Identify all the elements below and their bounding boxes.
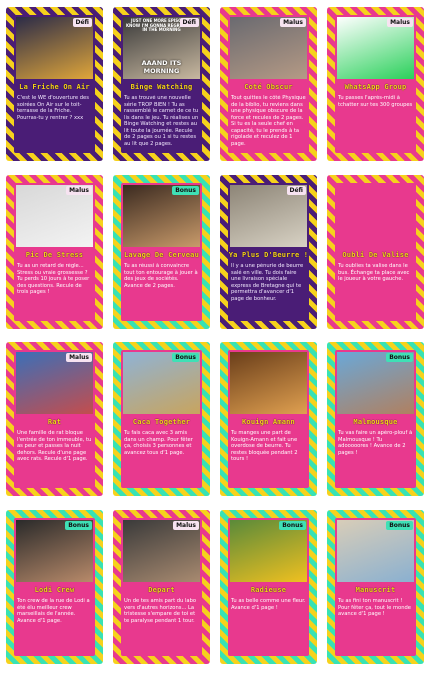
card-title: Radieuse: [250, 586, 287, 594]
card-body: Malus Rat Une famille de rat bloque l'entr…: [14, 350, 95, 488]
card-title: Coté Obscur: [244, 83, 293, 91]
card-description: Tu manges une part de Kouign-Amann et fa…: [231, 430, 298, 462]
card-body: Défi La Friche On Air C'est le WE d'ouvert…: [14, 15, 95, 153]
card-title: Rat: [47, 418, 62, 426]
card-description: C'est le WE d'ouverture des soirées On A…: [17, 95, 89, 121]
card-title: Ya Plus D'Beurre !: [228, 251, 309, 259]
card-body: Malus Coté Obscur Tout quittes le côté Phy…: [228, 15, 309, 153]
card-body: Oubli De Valise Tu oublies ta valise dans…: [335, 183, 416, 321]
card-description: Tu as belle comme une fleur. Avance d'1 …: [231, 598, 306, 611]
card-description: Tu fais caca avec 3 amis dans un champ. …: [124, 430, 193, 456]
card-type-badge: Malus: [387, 18, 413, 27]
card-body: JUST ONE MORE EPISODE, I KNOW I'M GONNA …: [121, 15, 202, 153]
card-type-badge: Défi: [72, 18, 92, 27]
card-type-badge: Malus: [280, 18, 306, 27]
card-body: Bonus Lodi Crew Ton crew de la rue de Lodi…: [14, 518, 95, 656]
card-title: Manuscrit: [355, 586, 396, 594]
game-card[interactable]: Kouign Amann Tu manges une part de Kouign…: [220, 342, 317, 496]
card-description: Tu as trouvé une nouvelle série TROP BIE…: [124, 95, 199, 147]
card-description: Tu oublies ta valise dans le bus. Échang…: [338, 263, 410, 282]
card-photo: [337, 185, 414, 247]
card-body: Bonus Malmousque Tu vas faire un apéro-plo…: [335, 350, 416, 488]
card-description: Un de tes amis part du labo vers d'autre…: [124, 598, 197, 624]
card-description: Tout quittes le côté Physique de la bibl…: [231, 95, 306, 147]
game-card[interactable]: Oubli De Valise Tu oublies ta valise dans…: [327, 175, 424, 329]
card-description: Une famille de rat bloque l'entrée de to…: [17, 430, 92, 462]
card-title: Binge Watching: [130, 83, 193, 91]
card-type-badge: Bonus: [172, 353, 199, 362]
card-description: Tu as fini ton manuscrit ! Pour fêter ça…: [338, 598, 411, 617]
card-title: Lodi Crew: [34, 586, 75, 594]
card-type-badge: Défi: [286, 186, 306, 195]
card-description: Tu as réussi à convaincre tout ton entou…: [124, 263, 198, 289]
game-card[interactable]: Malus WhatsApp Group Tu passes l'après-mid…: [327, 7, 424, 161]
card-body: Bonus Manuscrit Tu as fini ton manuscrit !…: [335, 518, 416, 656]
game-card[interactable]: Défi La Friche On Air C'est le WE d'ouvert…: [6, 7, 103, 161]
card-type-badge: Malus: [173, 521, 199, 530]
card-type-badge: Malus: [66, 353, 92, 362]
game-card[interactable]: Bonus Manuscrit Tu as fini ton manuscrit !…: [327, 510, 424, 664]
card-description: Tu as un retard de règle... Stress ou vr…: [17, 263, 90, 295]
card-type-badge: Bonus: [386, 521, 413, 530]
card-title: Lavage De Cerveau: [123, 251, 200, 259]
card-title: Caca Together: [132, 418, 191, 426]
card-body: Bonus Lavage De Cerveau Tu as réussi à con…: [121, 183, 202, 321]
card-body: Défi Ya Plus D'Beurre ! Il y a une pénurie…: [228, 183, 309, 321]
card-body: Bonus Caca Together Tu fais caca avec 3 am…: [121, 350, 202, 488]
game-card[interactable]: Bonus Malmousque Tu vas faire un apéro-plo…: [327, 342, 424, 496]
card-type-badge: Bonus: [172, 186, 199, 195]
game-card[interactable]: Bonus Radieuse Tu as belle comme une fleur…: [220, 510, 317, 664]
card-type-badge: Bonus: [65, 521, 92, 530]
card-grid: Défi La Friche On Air C'est le WE d'ouvert…: [0, 0, 436, 678]
card-photo: [230, 352, 307, 414]
card-type-badge: Malus: [66, 186, 92, 195]
card-title: Depart: [148, 586, 175, 594]
card-body: Malus Depart Un de tes amis part du labo v…: [121, 518, 202, 656]
game-card[interactable]: Bonus Caca Together Tu fais caca avec 3 am…: [113, 342, 210, 496]
game-card[interactable]: Malus Coté Obscur Tout quittes le côté Phy…: [220, 7, 317, 161]
card-type-badge: Bonus: [386, 353, 413, 362]
card-type-badge: Bonus: [279, 521, 306, 530]
card-title: Malmousque: [353, 418, 398, 426]
card-description: Il y a une pénurie de beurre salé en vil…: [231, 263, 304, 302]
card-description: Tu passes l'après-midi à tchatter sur te…: [338, 95, 413, 108]
meme-bottom-text: AAAND ITS MORNING: [141, 59, 182, 75]
card-title: WhatsApp Group: [344, 83, 407, 91]
card-body: Malus WhatsApp Group Tu passes l'après-mid…: [335, 15, 416, 153]
game-card[interactable]: Malus Pic De Stress Tu as un retard de règ…: [6, 175, 103, 329]
card-title: Kouign Amann: [242, 418, 295, 426]
game-card[interactable]: Bonus Lavage De Cerveau Tu as réussi à con…: [113, 175, 210, 329]
game-card[interactable]: Défi Ya Plus D'Beurre ! Il y a une pénurie…: [220, 175, 317, 329]
card-description: Ton crew de la rue de Lodi a été élu mei…: [17, 598, 90, 624]
card-title: Oubli De Valise: [342, 251, 409, 259]
game-card[interactable]: JUST ONE MORE EPISODE, I KNOW I'M GONNA …: [113, 7, 210, 161]
card-type-badge: Défi: [179, 18, 199, 27]
game-card[interactable]: Malus Rat Une famille de rat bloque l'entr…: [6, 342, 103, 496]
game-card[interactable]: Malus Depart Un de tes amis part du labo v…: [113, 510, 210, 664]
card-body: Malus Pic De Stress Tu as un retard de règ…: [14, 183, 95, 321]
card-title: Pic De Stress: [25, 251, 84, 259]
game-card[interactable]: Bonus Lodi Crew Ton crew de la rue de Lodi…: [6, 510, 103, 664]
card-title: La Friche On Air: [19, 83, 90, 91]
card-body: Kouign Amann Tu manges une part de Kouign…: [228, 350, 309, 488]
card-description: Tu vas faire un apéro-plouf à Malmousque…: [338, 430, 413, 456]
card-body: Bonus Radieuse Tu as belle comme une fleur…: [228, 518, 309, 656]
